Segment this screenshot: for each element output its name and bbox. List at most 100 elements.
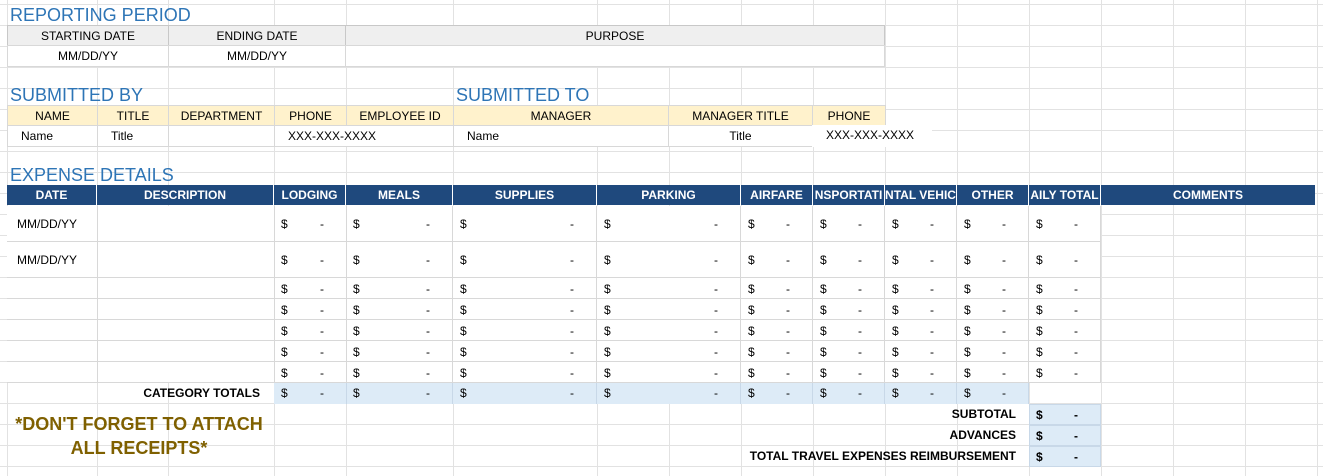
expense-amount-field[interactable]: $ - (453, 320, 597, 341)
expense-amount-field[interactable]: $ - (346, 320, 453, 341)
expense-amount-field[interactable]: $ - (813, 206, 885, 242)
subtotal-value[interactable]: $ - (1029, 404, 1101, 425)
expense-amount-field[interactable]: $ - (813, 242, 885, 278)
expense-amount-field[interactable]: $ - (274, 242, 347, 278)
expense-amount-field[interactable]: $ - (741, 206, 813, 242)
expense-amount-field[interactable]: $ - (885, 362, 957, 383)
expense-description-field[interactable] (97, 299, 275, 320)
expense-amount-field[interactable]: $ - (597, 299, 741, 320)
expense-amount-field[interactable]: $ - (1029, 299, 1101, 320)
expense-description-field[interactable] (97, 320, 275, 341)
currency-symbol: $ (604, 217, 611, 231)
expense-description-field[interactable] (97, 242, 275, 278)
expense-date-field[interactable] (7, 278, 98, 299)
expense-amount-field[interactable]: $ - (346, 242, 453, 278)
expense-amount-field[interactable]: $ - (274, 341, 347, 362)
expense-amount-field[interactable]: $ - (597, 362, 741, 383)
expense-amount-field[interactable]: $ - (885, 278, 957, 299)
expense-date-field[interactable] (7, 341, 98, 362)
expense-amount-field[interactable]: $ - (346, 278, 453, 299)
expense-amount-field[interactable]: $ - (453, 278, 597, 299)
manager-phone-field[interactable]: XXX-XXX-XXXX (812, 125, 932, 147)
expense-amount-field[interactable]: $ - (346, 362, 453, 383)
expense-amount-field[interactable]: $ - (1029, 278, 1101, 299)
ending-date-field[interactable]: MM/DD/YY (168, 45, 346, 67)
expense-amount-field[interactable]: $ - (453, 362, 597, 383)
amount-value: - (786, 302, 790, 317)
expense-amount-field[interactable]: $ - (453, 206, 597, 242)
expense-amount-field[interactable]: $ - (597, 320, 741, 341)
expense-amount-field[interactable]: $ - (957, 341, 1029, 362)
expense-date-field[interactable]: MM/DD/YY (7, 242, 98, 278)
expense-amount-field[interactable]: $ - (597, 278, 741, 299)
expense-date-field[interactable] (7, 362, 98, 383)
expense-comment-field[interactable] (1101, 299, 1315, 320)
expense-amount-field[interactable]: $ - (741, 320, 813, 341)
expense-amount-field[interactable]: $ - (741, 362, 813, 383)
expense-amount-field[interactable]: $ - (1029, 320, 1101, 341)
currency-symbol: $ (748, 302, 755, 317)
expense-amount-field[interactable]: $ - (453, 299, 597, 320)
expense-description-field[interactable] (97, 278, 275, 299)
expense-amount-field[interactable]: $ - (597, 242, 741, 278)
expense-amount-field[interactable]: $ - (453, 341, 597, 362)
expense-amount-field[interactable]: $ - (274, 320, 347, 341)
manager-title-field[interactable]: Title (668, 125, 813, 147)
expense-amount-field[interactable]: $ - (741, 299, 813, 320)
expense-amount-field[interactable]: $ - (957, 278, 1029, 299)
expense-description-field[interactable] (97, 206, 275, 242)
expense-amount-field[interactable]: $ - (274, 299, 347, 320)
expense-comment-field[interactable] (1101, 206, 1315, 242)
expense-amount-field[interactable]: $ - (346, 206, 453, 242)
expense-amount-field[interactable]: $ - (813, 362, 885, 383)
expense-amount-field[interactable]: $ - (1029, 206, 1101, 242)
expense-amount-field[interactable]: $ - (813, 341, 885, 362)
expense-amount-field[interactable]: $ - (274, 206, 347, 242)
expense-description-field[interactable] (97, 341, 275, 362)
expense-amount-field[interactable]: $ - (885, 320, 957, 341)
expense-amount-field[interactable]: $ - (957, 299, 1029, 320)
expense-comment-field[interactable] (1101, 362, 1315, 383)
expense-amount-field[interactable]: $ - (741, 278, 813, 299)
expense-amount-field[interactable]: $ - (597, 206, 741, 242)
expense-amount-field[interactable]: $ - (885, 242, 957, 278)
expense-amount-field[interactable]: $ - (597, 341, 741, 362)
expense-date-field[interactable] (7, 320, 98, 341)
expense-comment-field[interactable] (1101, 320, 1315, 341)
advances-value[interactable]: $ - (1029, 425, 1101, 446)
expense-amount-field[interactable]: $ - (453, 242, 597, 278)
submitter-title-field[interactable]: Title (97, 125, 169, 147)
expense-amount-field[interactable]: $ - (1029, 242, 1101, 278)
expense-amount-field[interactable]: $ - (957, 362, 1029, 383)
expense-amount-field[interactable]: $ - (346, 341, 453, 362)
manager-name-field[interactable]: Name (453, 125, 669, 147)
submitter-name-field[interactable]: Name (7, 125, 98, 147)
expense-amount-field[interactable]: $ - (813, 278, 885, 299)
expense-comment-field[interactable] (1101, 341, 1315, 362)
expense-amount-field[interactable]: $ - (885, 341, 957, 362)
expense-amount-field[interactable]: $ - (885, 206, 957, 242)
expense-amount-field[interactable]: $ - (741, 242, 813, 278)
expense-date-field[interactable] (7, 299, 98, 320)
expense-amount-field[interactable]: $ - (346, 299, 453, 320)
expense-date-field[interactable]: MM/DD/YY (7, 206, 98, 242)
expense-amount-field[interactable]: $ - (813, 320, 885, 341)
expense-description-field[interactable] (97, 362, 275, 383)
expense-amount-field[interactable]: $ - (741, 341, 813, 362)
starting-date-field[interactable]: MM/DD/YY (7, 45, 169, 67)
department-field[interactable] (168, 125, 275, 147)
expense-amount-field[interactable]: $ - (957, 320, 1029, 341)
purpose-field[interactable] (345, 45, 885, 67)
expense-amount-field[interactable]: $ - (813, 299, 885, 320)
expense-amount-field[interactable]: $ - (1029, 362, 1101, 383)
expense-amount-field[interactable]: $ - (885, 299, 957, 320)
expense-amount-field[interactable]: $ - (274, 278, 347, 299)
total-reimbursement-value[interactable]: $ - (1029, 446, 1101, 467)
expense-comment-field[interactable] (1101, 278, 1315, 299)
expense-comment-field[interactable] (1101, 242, 1315, 278)
expense-amount-field[interactable]: $ - (957, 206, 1029, 242)
expense-amount-field[interactable]: $ - (274, 362, 347, 383)
expense-amount-field[interactable]: $ - (957, 242, 1029, 278)
expense-amount-field[interactable]: $ - (1029, 341, 1101, 362)
submitter-phone-field[interactable]: XXX-XXX-XXXX (274, 125, 454, 147)
